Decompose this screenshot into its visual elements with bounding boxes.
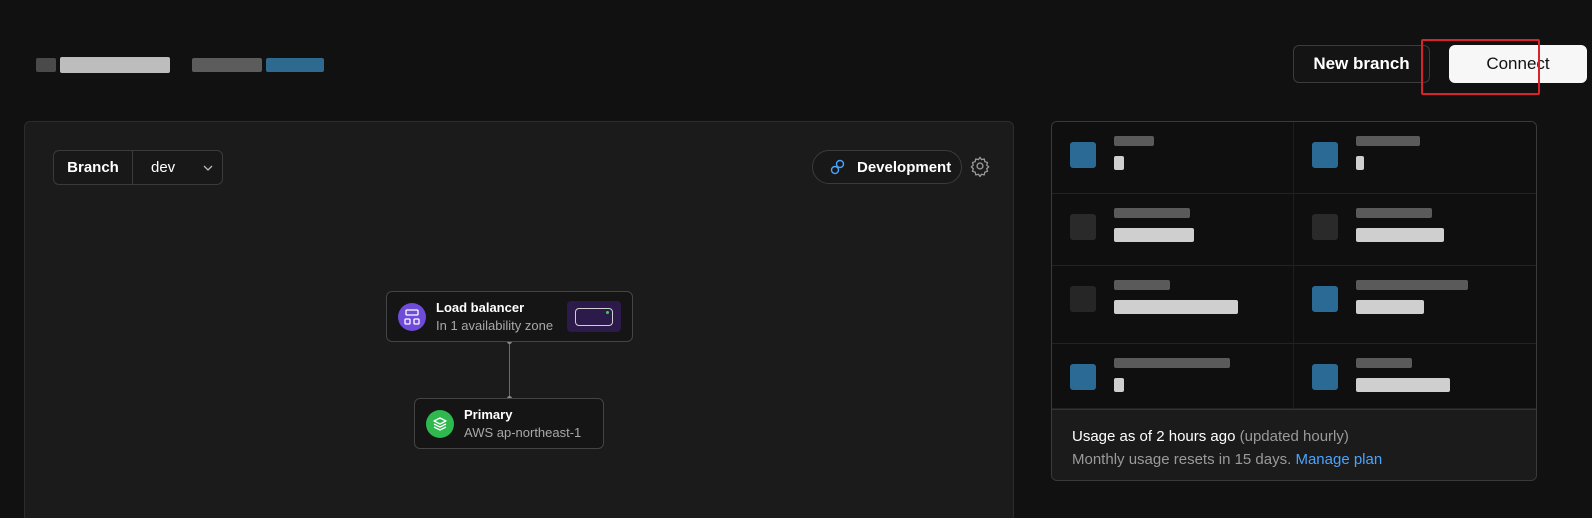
new-branch-button[interactable]: New branch	[1293, 45, 1430, 83]
usage-reset-text: Monthly usage resets in 15 days.	[1072, 451, 1292, 468]
primary-database-node[interactable]: Primary AWS ap-northeast-1	[414, 398, 604, 449]
branch-selector[interactable]: Branch dev	[53, 150, 223, 185]
primary-title: Primary	[464, 407, 513, 422]
load-balancer-subtitle: In 1 availability zone	[436, 318, 554, 333]
gear-icon[interactable]	[969, 155, 991, 177]
branch-selector-value[interactable]: dev	[133, 151, 222, 184]
usage-metric-obscured	[1052, 194, 1294, 266]
usage-timestamp: Usage as of 2 hours ago (updated hourly)	[1072, 428, 1516, 445]
usage-title-note: (updated hourly)	[1239, 428, 1349, 445]
usage-metric-obscured	[1052, 344, 1294, 409]
load-balancer-icon	[398, 302, 426, 331]
load-balancer-status-icon	[567, 301, 621, 332]
manage-plan-link[interactable]: Manage plan	[1295, 451, 1382, 468]
usage-metric-obscured	[1294, 344, 1536, 409]
usage-title: Usage as of 2 hours ago	[1072, 428, 1236, 445]
usage-footer: Usage as of 2 hours ago (updated hourly)…	[1052, 409, 1536, 480]
branch-selector-label: Branch	[54, 151, 133, 184]
node-connector	[507, 339, 512, 401]
usage-metrics-grid	[1052, 122, 1536, 409]
environment-badge[interactable]: Development	[812, 150, 962, 184]
usage-metric-obscured	[1294, 194, 1536, 266]
environment-icon	[830, 159, 845, 175]
database-layers-icon	[426, 409, 454, 438]
load-balancer-node[interactable]: Load balancer In 1 availability zone	[386, 291, 633, 342]
usage-metric-obscured	[1052, 266, 1294, 344]
usage-metric-obscured	[1052, 122, 1294, 194]
usage-reset-line: Monthly usage resets in 15 days. Manage …	[1072, 451, 1516, 468]
chevron-down-icon	[203, 165, 213, 171]
primary-subtitle: AWS ap-northeast-1	[464, 425, 582, 440]
connect-button[interactable]: Connect	[1449, 45, 1587, 83]
load-balancer-title: Load balancer	[436, 300, 525, 315]
usage-metric-obscured	[1294, 122, 1536, 194]
usage-metric-obscured	[1294, 266, 1536, 344]
environment-label: Development	[857, 158, 952, 176]
project-title-obscured	[36, 48, 324, 82]
branch-value-text: dev	[151, 159, 176, 176]
usage-panel: Usage as of 2 hours ago (updated hourly)…	[1051, 121, 1537, 481]
topology-panel: Branch dev Development Load balancer In …	[24, 121, 1014, 518]
